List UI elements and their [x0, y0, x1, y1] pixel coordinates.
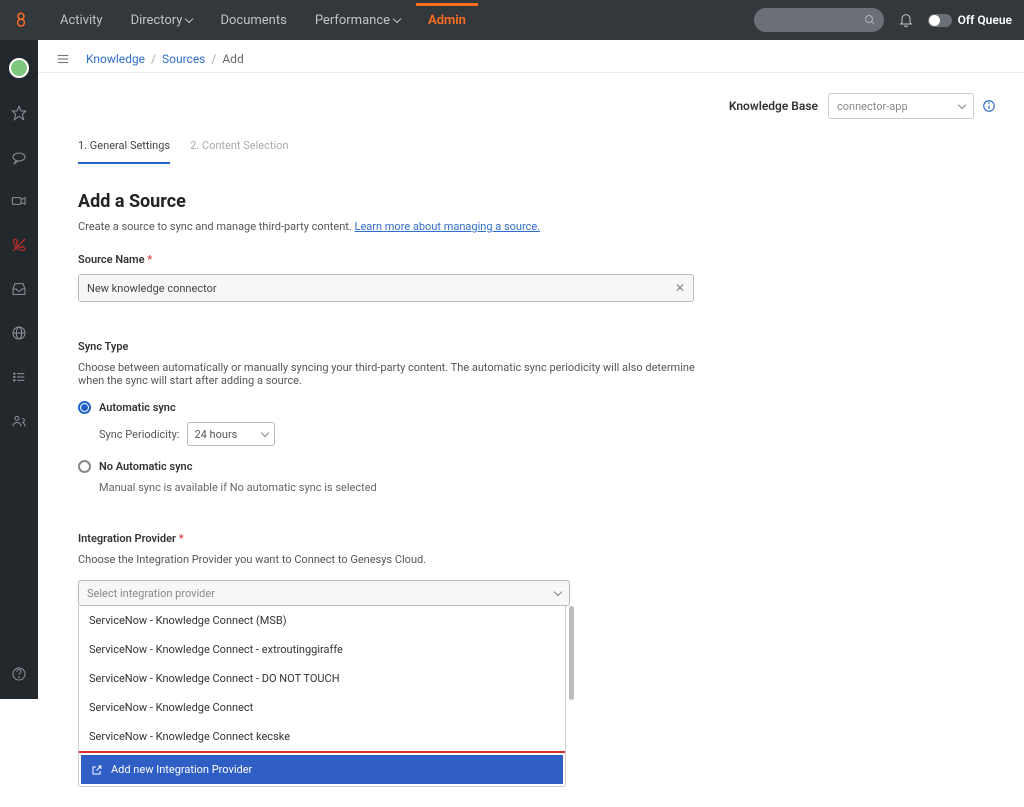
sync-type-section: Sync Type Choose between automatically o…: [78, 340, 718, 494]
nav-activity[interactable]: Activity: [48, 3, 115, 38]
radio-checked-icon: [78, 401, 91, 414]
integration-provider-label: Integration Provider *: [78, 532, 718, 545]
inbox-icon[interactable]: [10, 280, 28, 298]
video-icon[interactable]: [10, 192, 28, 210]
chevron-down-icon: [958, 100, 966, 108]
radio-automatic-sync[interactable]: Automatic sync: [78, 401, 718, 414]
radio-unchecked-icon: [78, 460, 91, 473]
integration-provider-help: Choose the Integration Provider you want…: [78, 553, 718, 566]
left-rail: [0, 40, 38, 699]
brand-logo-icon: [12, 11, 30, 29]
integration-provider-dropdown: Select integration provider ServiceNow -…: [78, 580, 570, 787]
external-link-icon: [91, 764, 103, 776]
provider-option[interactable]: ServiceNow - Knowledge Connect: [79, 693, 565, 722]
kb-selector-row: Knowledge Base connector-app: [38, 73, 1024, 119]
kb-label: Knowledge Base: [729, 99, 818, 113]
provider-option[interactable]: ServiceNow - Knowledge Connect - DO NOT …: [79, 664, 565, 693]
chat-icon[interactable]: [10, 148, 28, 166]
integration-provider-options: ServiceNow - Knowledge Connect (MSB) Ser…: [78, 606, 566, 787]
source-name-label: Source Name *: [78, 253, 718, 266]
nav-documents[interactable]: Documents: [208, 3, 298, 38]
main-panel: Knowledge / Sources / Add Knowledge Base…: [38, 40, 1024, 699]
tab-general-settings[interactable]: 1. General Settings: [78, 139, 170, 164]
chevron-down-icon: [261, 428, 269, 436]
phone-disabled-icon[interactable]: [10, 236, 28, 254]
queue-label: Off Queue: [958, 13, 1012, 27]
star-icon[interactable]: [10, 104, 28, 122]
nav-performance[interactable]: Performance: [303, 3, 412, 38]
breadcrumb-current: Add: [222, 52, 243, 66]
nav-admin[interactable]: Admin: [416, 3, 478, 38]
sync-periodicity-label: Sync Periodicity:: [99, 428, 179, 441]
topnav-items: Activity Directory Documents Performance…: [48, 3, 478, 38]
breadcrumb-sep: /: [211, 52, 216, 66]
radio-no-automatic-sync[interactable]: No Automatic sync: [78, 460, 718, 473]
radio-automatic-label: Automatic sync: [99, 401, 176, 414]
globe-icon[interactable]: [10, 324, 28, 342]
content: 1. General Settings 2. Content Selection…: [38, 119, 758, 807]
provider-option[interactable]: ServiceNow - Knowledge Connect - extrout…: [79, 635, 565, 664]
top-nav: Activity Directory Documents Performance…: [0, 0, 1024, 40]
queue-toggle[interactable]: [928, 14, 952, 27]
list-icon[interactable]: [10, 368, 28, 386]
hamburger-icon[interactable]: [56, 52, 70, 66]
integration-provider-label-text: Integration Provider: [78, 532, 176, 545]
sync-type-label: Sync Type: [78, 340, 718, 353]
source-name-input[interactable]: New knowledge connector ✕: [78, 274, 694, 302]
avatar[interactable]: [9, 58, 29, 78]
search-icon: [864, 14, 876, 26]
provider-option[interactable]: ServiceNow - Knowledge Connect (MSB): [79, 606, 565, 635]
info-icon[interactable]: [982, 99, 996, 113]
chevron-down-icon: [554, 587, 562, 595]
page-desc: Create a source to sync and manage third…: [78, 220, 718, 233]
breadcrumb-sep: /: [151, 52, 156, 66]
chevron-down-icon: [185, 14, 193, 22]
nav-directory-label: Directory: [131, 13, 183, 28]
help-icon[interactable]: [10, 665, 28, 683]
topnav-right: Off Queue: [754, 8, 1012, 32]
sync-periodicity-select[interactable]: 24 hours: [187, 422, 275, 446]
sync-type-help: Choose between automatically or manually…: [78, 361, 718, 387]
provider-option[interactable]: ServiceNow - Knowledge Connect kecske: [79, 722, 565, 751]
page-title: Add a Source: [78, 191, 718, 212]
source-name-label-text: Source Name: [78, 253, 145, 266]
clear-icon[interactable]: ✕: [675, 281, 685, 295]
nav-directory[interactable]: Directory: [119, 3, 205, 38]
breadcrumb-sources[interactable]: Sources: [162, 52, 205, 66]
add-provider-highlight: Add new Integration Provider: [78, 751, 566, 787]
chevron-down-icon: [393, 14, 401, 22]
sync-periodicity-value: 24 hours: [194, 428, 237, 441]
add-new-integration-provider-label: Add new Integration Provider: [111, 763, 252, 776]
nav-performance-label: Performance: [315, 13, 390, 28]
add-new-integration-provider[interactable]: Add new Integration Provider: [81, 755, 563, 784]
radio-noauto-desc: Manual sync is available if No automatic…: [99, 481, 718, 494]
kb-select[interactable]: connector-app: [828, 93, 974, 119]
breadcrumb: Knowledge / Sources / Add: [86, 52, 244, 66]
required-indicator: *: [147, 253, 152, 266]
integration-provider-placeholder: Select integration provider: [87, 587, 215, 600]
page-desc-text: Create a source to sync and manage third…: [78, 220, 355, 233]
learn-more-link[interactable]: Learn more about managing a source.: [355, 220, 541, 233]
search-input[interactable]: [754, 8, 884, 32]
integration-provider-select[interactable]: Select integration provider: [78, 580, 570, 606]
scrollbar[interactable]: [569, 606, 574, 700]
breadcrumb-knowledge[interactable]: Knowledge: [86, 52, 145, 66]
integration-provider-section: Integration Provider * Choose the Integr…: [78, 532, 718, 787]
bell-icon[interactable]: [898, 12, 914, 28]
sync-periodicity-row: Sync Periodicity: 24 hours: [99, 422, 718, 446]
source-name-value: New knowledge connector: [87, 282, 217, 295]
people-icon[interactable]: [10, 412, 28, 430]
radio-noauto-label: No Automatic sync: [99, 460, 192, 473]
queue-toggle-container: Off Queue: [928, 13, 1012, 27]
tab-content-selection[interactable]: 2. Content Selection: [190, 139, 288, 164]
tabs: 1. General Settings 2. Content Selection: [78, 139, 718, 165]
required-indicator: *: [179, 532, 184, 545]
kb-select-value: connector-app: [837, 100, 908, 113]
header-row: Knowledge / Sources / Add: [38, 40, 1024, 73]
